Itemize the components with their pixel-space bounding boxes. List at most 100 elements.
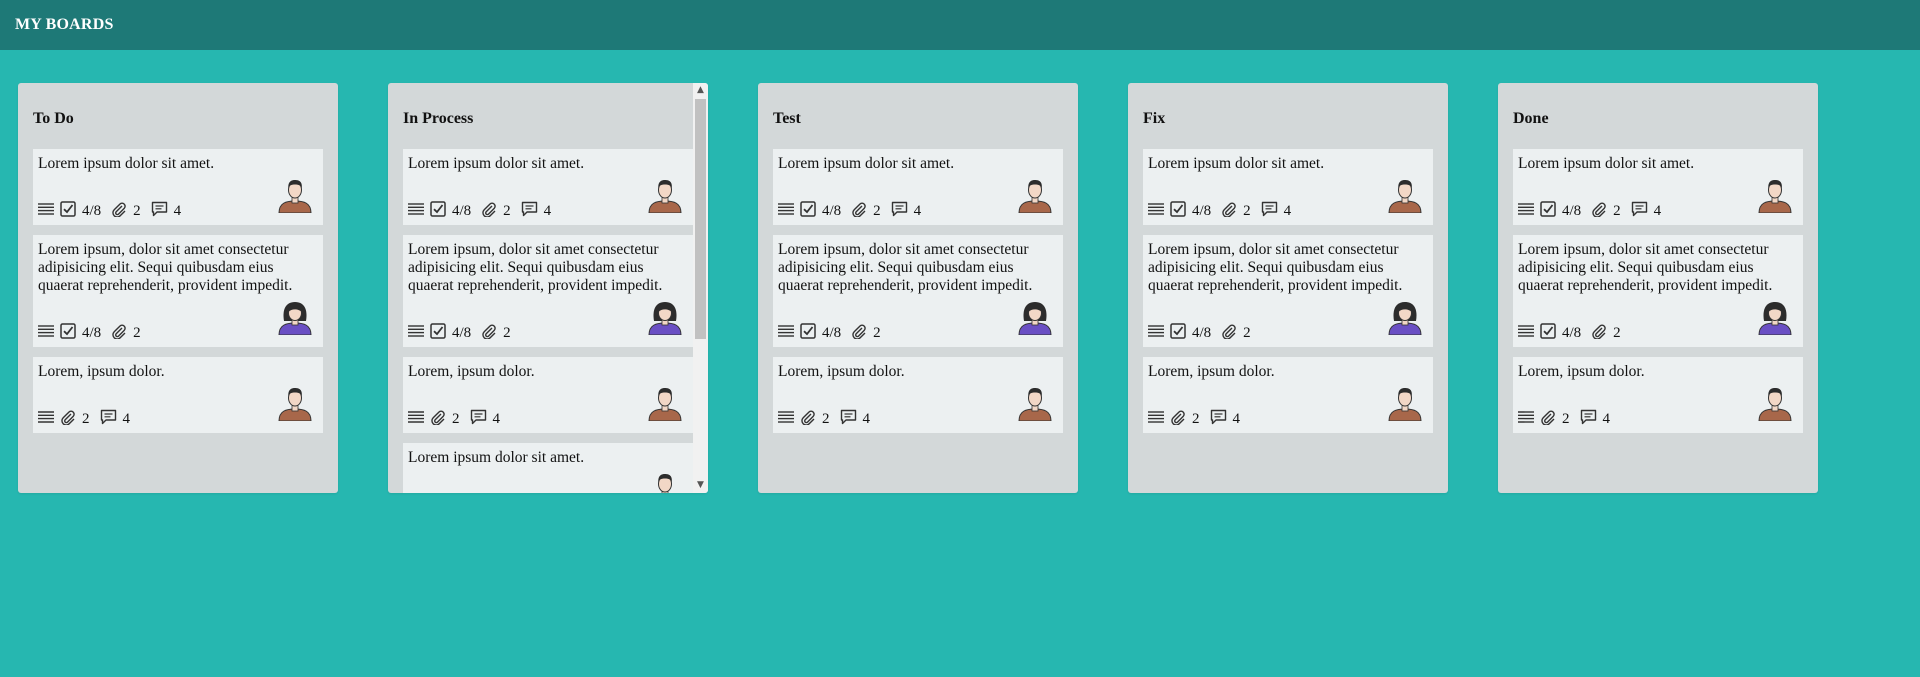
column-title: Test [773,110,801,127]
paperclip-icon [430,409,446,430]
paperclip-icon [1540,409,1556,430]
paperclip-icon [60,409,76,430]
paperclip-icon [1221,323,1237,344]
column-title: Fix [1143,110,1166,127]
comment-count: 4 [1232,410,1241,427]
card[interactable]: Lorem ipsum dolor sit amet. [403,443,693,493]
paperclip-icon [1221,201,1237,222]
checklist-count: 4/8 [82,324,102,341]
female-avatar-icon [1387,299,1423,336]
female-avatar-icon [277,299,313,336]
attachment-count: 2 [1613,202,1621,219]
card[interactable]: Lorem ipsum, dolor sit amet consectetur … [773,235,1063,347]
attachment-count: 2 [1192,410,1200,427]
scroll-thumb[interactable] [695,99,706,339]
description-icon [408,202,424,221]
comment-icon [891,201,908,222]
top-bar: MY BOARDS [0,0,1920,50]
card[interactable]: Lorem ipsum dolor sit amet. 4/8 2 4 [33,149,323,225]
card-list: Lorem ipsum dolor sit amet. 4/8 2 4 Lore… [403,149,693,493]
attachment-count: 2 [82,410,90,427]
card[interactable]: Lorem ipsum dolor sit amet. 4/8 2 4 [403,149,693,225]
comment-icon [151,201,168,222]
checklist-icon [430,200,446,222]
card[interactable]: Lorem, ipsum dolor. 2 4 [773,357,1063,433]
paperclip-icon [481,201,497,222]
card[interactable]: Lorem, ipsum dolor. 2 4 [1143,357,1433,433]
card[interactable]: Lorem ipsum, dolor sit amet consectetur … [403,235,693,347]
card-meta: 4/8 2 4 [38,200,191,222]
column-scrollbar[interactable]: ▲ ▼ [693,83,708,493]
card-list: Lorem ipsum dolor sit amet. 4/8 2 4 Lore… [1513,149,1803,443]
checklist-count: 4/8 [82,202,102,219]
card-text: Lorem ipsum dolor sit amet. [1148,155,1325,172]
column-fix: Fix Lorem ipsum dolor sit amet. 4/8 2 4 … [1128,83,1448,493]
card[interactable]: Lorem ipsum dolor sit amet. 4/8 2 4 [1143,149,1433,225]
card-text: Lorem ipsum dolor sit amet. [778,155,955,172]
card-meta: 4/8 2 [408,322,521,344]
comment-count: 4 [1653,202,1662,219]
description-icon [1518,410,1534,429]
card-meta: 4/8 2 4 [408,200,561,222]
comment-icon [470,409,487,430]
checklist-count: 4/8 [1562,202,1582,219]
checklist-icon [1540,322,1556,344]
card-meta: 2 4 [778,409,880,430]
attachment-count: 2 [1562,410,1570,427]
card[interactable]: Lorem ipsum dolor sit amet. 4/8 2 4 [773,149,1063,225]
paperclip-icon [1591,201,1607,222]
card[interactable]: Lorem ipsum, dolor sit amet consectetur … [33,235,323,347]
column-title: To Do [33,110,74,127]
paperclip-icon [481,323,497,344]
card-meta: 4/8 2 [778,322,891,344]
card-text: Lorem, ipsum dolor. [408,363,535,380]
description-icon [1148,410,1164,429]
checklist-count: 4/8 [822,324,842,341]
attachment-count: 2 [503,324,511,341]
description-icon [778,202,794,221]
card-text: Lorem ipsum, dolor sit amet consectetur … [1148,241,1403,294]
attachment-count: 2 [503,202,511,219]
card-text: Lorem, ipsum dolor. [1518,363,1645,380]
description-icon [1518,324,1534,343]
paperclip-icon [1170,409,1186,430]
comment-count: 4 [1602,410,1611,427]
description-icon [1518,202,1534,221]
male-avatar-icon [1017,177,1053,214]
paperclip-icon [851,323,867,344]
comment-icon [1631,201,1648,222]
male-avatar-icon [1017,385,1053,422]
card[interactable]: Lorem, ipsum dolor. 2 4 [1513,357,1803,433]
description-icon [1148,324,1164,343]
card-meta: 2 4 [408,409,510,430]
comment-count: 4 [173,202,182,219]
comment-count: 4 [122,410,131,427]
scroll-down-arrow-icon[interactable]: ▼ [693,478,708,493]
attachment-count: 2 [1613,324,1621,341]
checklist-count: 4/8 [1192,202,1212,219]
card[interactable]: Lorem, ipsum dolor. 2 4 [403,357,693,433]
card[interactable]: Lorem ipsum, dolor sit amet consectetur … [1143,235,1433,347]
attachment-count: 2 [873,202,881,219]
comment-icon [521,201,538,222]
checklist-icon [60,200,76,222]
card-text: Lorem ipsum dolor sit amet. [408,155,585,172]
checklist-icon [800,322,816,344]
column-to-do: To Do Lorem ipsum dolor sit amet. 4/8 2 … [18,83,338,493]
checklist-icon [1170,200,1186,222]
attachment-count: 2 [133,324,141,341]
description-icon [38,202,54,221]
male-avatar-icon [1387,177,1423,214]
comment-count: 4 [862,410,871,427]
attachment-count: 2 [822,410,830,427]
card[interactable]: Lorem ipsum dolor sit amet. 4/8 2 4 [1513,149,1803,225]
checklist-count: 4/8 [1192,324,1212,341]
card[interactable]: Lorem ipsum, dolor sit amet consectetur … [1513,235,1803,347]
attachment-count: 2 [452,410,460,427]
card[interactable]: Lorem, ipsum dolor. 2 4 [33,357,323,433]
scroll-up-arrow-icon[interactable]: ▲ [693,83,708,98]
checklist-icon [430,322,446,344]
card-text: Lorem ipsum, dolor sit amet consectetur … [1518,241,1773,294]
comment-icon [840,409,857,430]
card-text: Lorem, ipsum dolor. [778,363,905,380]
